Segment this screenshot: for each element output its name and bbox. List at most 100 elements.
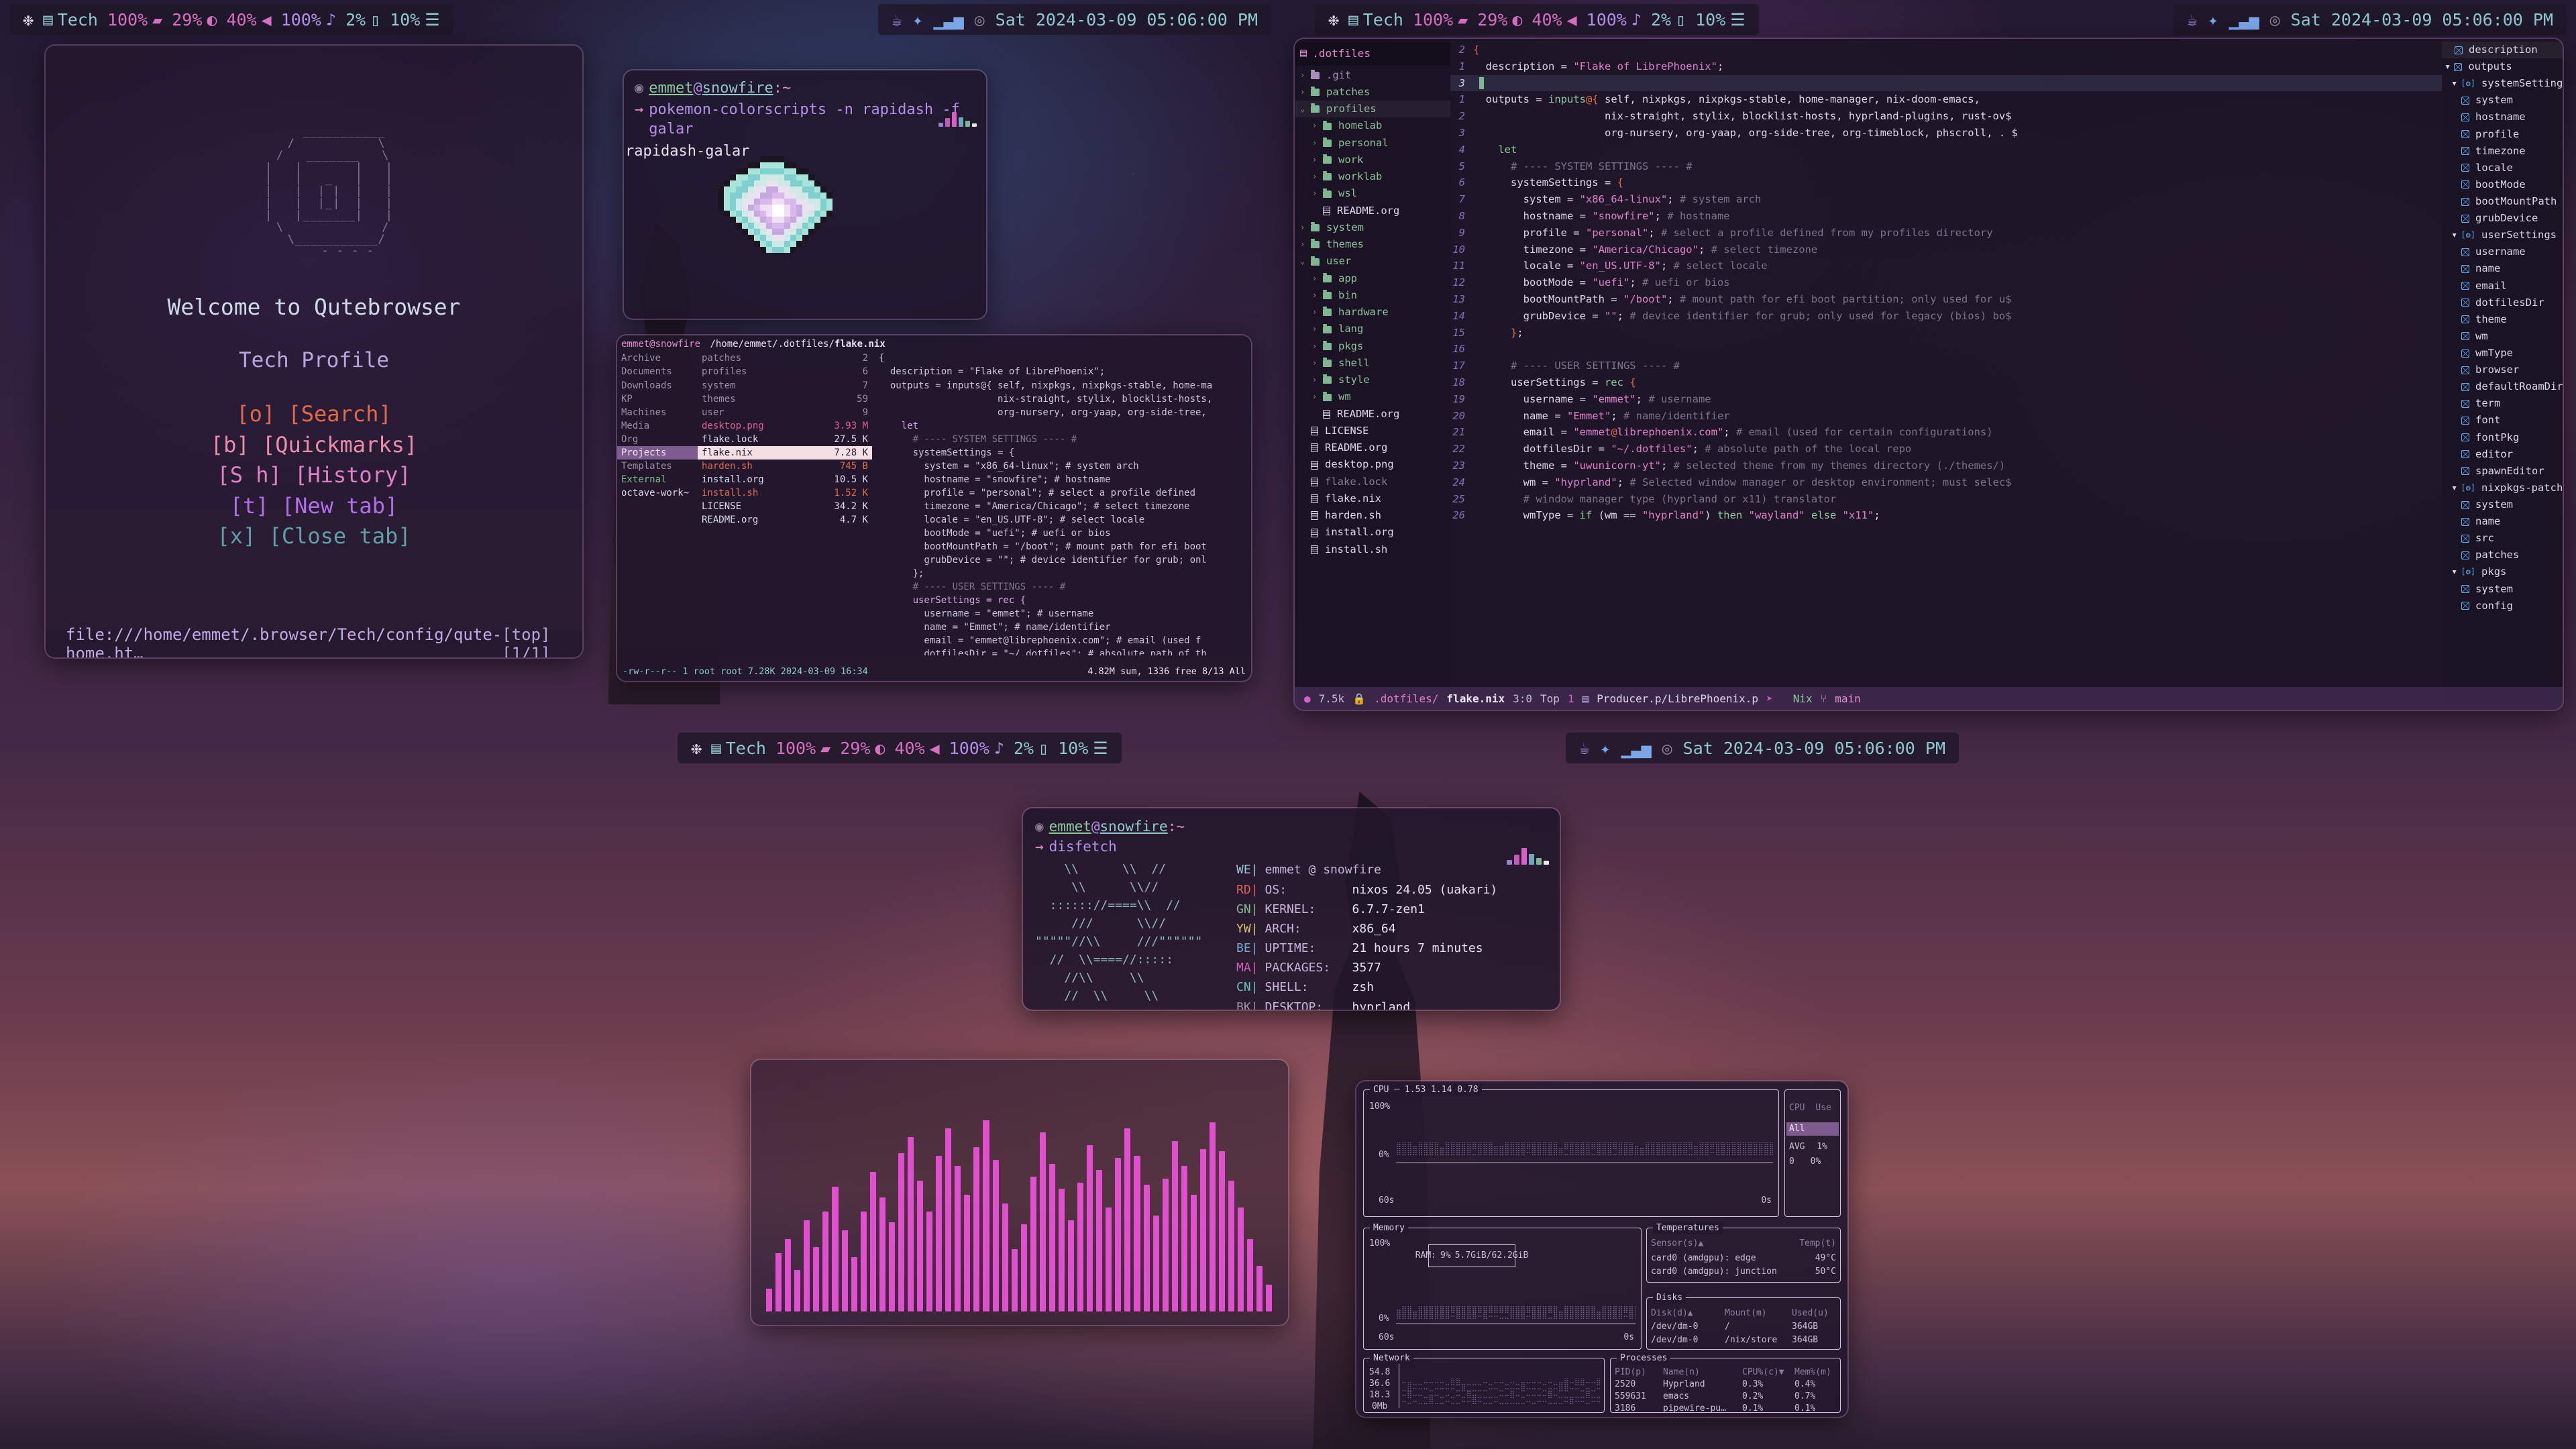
emacs-imenu-item[interactable]: description xyxy=(2442,42,2563,58)
emacs-window[interactable]: ▤ .dotfiles › .git › patches ⌄ profiles › homel… xyxy=(1295,39,2563,710)
ranger-file-row[interactable]: profiles 6 xyxy=(698,365,872,378)
mic-module[interactable]: 100% ♪ xyxy=(281,10,336,30)
bluetooth-icon-3[interactable]: ✦ xyxy=(1600,739,1610,758)
workspace-indicator-2[interactable]: ▤ Tech xyxy=(1348,10,1403,30)
chevron-icon[interactable]: ▾ xyxy=(2451,227,2457,244)
emacs-imenu-item[interactable]: ▾ [❂] nixpkgs-patched xyxy=(2442,480,2563,496)
ranger-parent-item[interactable]: Downloads xyxy=(617,379,698,392)
nixos-snowflake-icon-3[interactable]: ❉ xyxy=(691,738,702,759)
emacs-imenu-item[interactable]: wmType xyxy=(2442,345,2563,362)
chevron-icon[interactable]: › xyxy=(1312,187,1320,201)
emacs-imenu-item[interactable]: system xyxy=(2442,92,2563,109)
emacs-imenu-item[interactable]: ▾ [❂] userSettings xyxy=(2442,227,2563,244)
volume-module[interactable]: 40% ◀ xyxy=(226,10,271,30)
emacs-tree-item[interactable]: › patches xyxy=(1295,84,1450,101)
emacs-tree-item[interactable]: › pkgs xyxy=(1295,338,1450,355)
btop-window[interactable]: CPU ─ 1.53 1.14 0.78 100% 0% ⣿⣿⣿⠤⣿⣿⣿⣿⣀⣿⣿… xyxy=(1356,1081,1847,1417)
bluetooth-icon[interactable]: ✦ xyxy=(912,10,922,30)
chevron-icon[interactable]: › xyxy=(1312,323,1320,336)
ranger-file-row[interactable]: flake.lock 27.5 K xyxy=(698,433,872,446)
brightness-module-2[interactable]: 29% ◐ xyxy=(1477,10,1522,30)
chevron-icon[interactable]: › xyxy=(1312,154,1320,167)
emacs-imenu-item[interactable]: email xyxy=(2442,278,2563,294)
btop-proc-row-0[interactable]: 2520 Hyprland 0.3% 0.4% xyxy=(1615,1379,1836,1391)
emacs-imenu-item[interactable]: name xyxy=(2442,260,2563,277)
ranger-parent-item[interactable]: Machines xyxy=(617,406,698,419)
ranger-file-row[interactable]: install.sh 1.52 K xyxy=(698,486,872,500)
coffee-off-icon-3[interactable]: ☕ xyxy=(1579,739,1589,758)
emacs-tree-item[interactable]: › themes xyxy=(1295,236,1450,253)
coffee-off-icon[interactable]: ☕ xyxy=(892,10,902,30)
btop-proc-headers[interactable]: PID(p) Name(n) CPU%(c)▼ Mem%(m) xyxy=(1615,1366,1836,1379)
pokemon-terminal-window[interactable]: ◉ emmet @ snowfire :~ → pokemon-colorscr… xyxy=(624,70,986,319)
ranger-parent-item[interactable]: KP xyxy=(617,392,698,406)
emacs-imenu-item[interactable]: bootMountPath xyxy=(2442,193,2563,210)
chevron-icon[interactable]: › xyxy=(1312,289,1320,303)
ranger-file-row[interactable]: LICENSE 34.2 K xyxy=(698,500,872,513)
emacs-tree-item[interactable]: install.org xyxy=(1295,524,1450,541)
emacs-imenu-item[interactable]: theme xyxy=(2442,311,2563,328)
emacs-tree-item[interactable]: › bin xyxy=(1295,287,1450,304)
memory-module-3[interactable]: 10% ☰ xyxy=(1058,739,1108,758)
emacs-imenu-item[interactable]: editor xyxy=(2442,446,2563,463)
btop-cpu-row-all[interactable]: All xyxy=(1786,1122,1839,1136)
chevron-icon[interactable]: › xyxy=(1312,306,1320,319)
emacs-project-tree[interactable]: ▤ .dotfiles › .git › patches ⌄ profiles › homel… xyxy=(1295,39,1450,710)
ranger-parent-item[interactable]: Projects xyxy=(617,446,698,460)
ranger-file-row[interactable]: harden.sh 745 B xyxy=(698,460,872,473)
emacs-imenu-sidebar[interactable]: description ▾ outputs ▾ [❂] systemSettings sys… xyxy=(2442,39,2563,710)
ranger-file-row[interactable]: flake.nix 7.28 K xyxy=(698,446,872,460)
emacs-tree-item[interactable]: harden.sh xyxy=(1295,507,1450,524)
cpu-module-2[interactable]: 2% ▯ xyxy=(1651,10,1686,30)
emacs-imenu-item[interactable]: term xyxy=(2442,395,2563,412)
emacs-imenu-item[interactable]: ▾ [❂] systemSettings xyxy=(2442,75,2563,92)
memory-module[interactable]: 10% ☰ xyxy=(390,10,440,30)
brightness-module[interactable]: 29% ◐ xyxy=(172,10,217,30)
emacs-tree-item[interactable]: › lang xyxy=(1295,321,1450,337)
emacs-imenu-item[interactable]: config xyxy=(2442,598,2563,614)
qute-shortcut-closetab[interactable]: [x] [Close tab] xyxy=(46,521,582,551)
chevron-icon[interactable]: › xyxy=(1312,390,1320,404)
chevron-icon[interactable]: › xyxy=(1312,119,1320,133)
emacs-tree-item[interactable]: › style xyxy=(1295,372,1450,388)
btop-proc-row-2[interactable]: 3186 pipewire-pu… 0.1% 0.1% xyxy=(1615,1403,1836,1415)
volume-module-3[interactable]: 40% ◀ xyxy=(894,739,939,758)
workspace-indicator[interactable]: ▤ Tech xyxy=(43,10,98,30)
ranger-file-row[interactable]: install.org 10.5 K xyxy=(698,473,872,486)
cava-visualizer-window[interactable] xyxy=(751,1060,1288,1325)
emacs-tree-item[interactable]: install.sh xyxy=(1295,541,1450,558)
emacs-tree-item[interactable]: › work xyxy=(1295,152,1450,168)
chevron-icon[interactable]: › xyxy=(1312,170,1320,184)
emacs-imenu-item[interactable]: name xyxy=(2442,513,2563,530)
emacs-tree-item[interactable]: › wsl xyxy=(1295,185,1450,202)
btop-temp-headers[interactable]: Sensor(s)▲ Temp(t) xyxy=(1651,1238,1836,1250)
emacs-imenu-item[interactable]: profile xyxy=(2442,126,2563,143)
emacs-tree-item[interactable]: › homelab xyxy=(1295,117,1450,134)
emacs-tree-item[interactable]: › shell xyxy=(1295,355,1450,372)
emacs-tree-item[interactable]: flake.nix xyxy=(1295,490,1450,507)
emacs-tree-item[interactable]: desktop.png xyxy=(1295,456,1450,473)
emacs-imenu-item[interactable]: ▾ [❂] pkgs xyxy=(2442,564,2563,580)
emacs-imenu-item[interactable]: spawnEditor xyxy=(2442,463,2563,480)
chevron-icon[interactable]: › xyxy=(1300,86,1307,99)
emacs-imenu-item[interactable]: locale xyxy=(2442,160,2563,176)
qutebrowser-window[interactable]: ___________ / \ / _______ \ | | | | | | … xyxy=(46,46,582,657)
ranger-current-column[interactable]: patches 2 profiles 6 system 7 themes 59 user 9 des… xyxy=(698,350,872,655)
network-signal-icon-3[interactable]: ▁▃▅ xyxy=(1621,739,1651,758)
emacs-imenu-item[interactable]: timezone xyxy=(2442,143,2563,160)
emacs-tree-item[interactable]: › .git xyxy=(1295,67,1450,84)
mic-module-2[interactable]: 100% ♪ xyxy=(1587,10,1642,30)
emacs-tree-item[interactable]: flake.lock xyxy=(1295,474,1450,490)
disc-icon-2[interactable]: ◎ xyxy=(2270,10,2280,30)
chevron-icon[interactable]: ⌄ xyxy=(1300,103,1307,116)
nixos-snowflake-icon-2[interactable]: ❉ xyxy=(1328,9,1339,30)
chevron-icon[interactable]: › xyxy=(1300,69,1307,83)
emacs-imenu-item[interactable]: fontPkg xyxy=(2442,429,2563,446)
emacs-code-buffer[interactable]: 2{1 description = "Flake of LibrePhoenix… xyxy=(1450,39,2442,710)
qute-shortcut-search[interactable]: [o] [Search] xyxy=(46,399,582,429)
emacs-tree-item[interactable]: LICENSE xyxy=(1295,423,1450,439)
emacs-tree-item[interactable]: README.org xyxy=(1295,406,1450,423)
network-signal-icon-2[interactable]: ▁▃▅ xyxy=(2229,10,2259,30)
emacs-tree-item[interactable]: › personal xyxy=(1295,135,1450,152)
emacs-imenu-item[interactable]: system xyxy=(2442,496,2563,513)
